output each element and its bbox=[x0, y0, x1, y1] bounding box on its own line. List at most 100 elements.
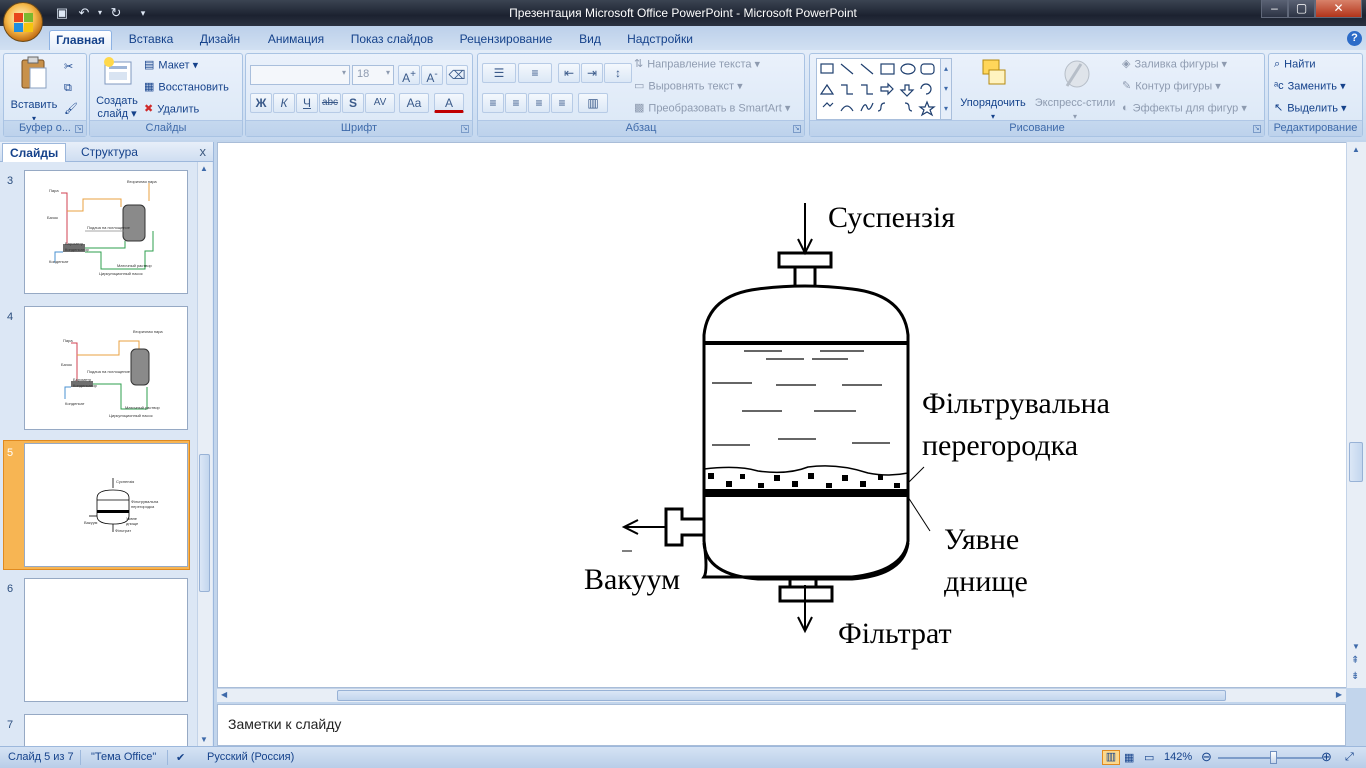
arrange-button[interactable]: Упорядочить ▾ bbox=[956, 56, 1030, 123]
underline-button[interactable]: Ч bbox=[296, 93, 318, 113]
copy-icon[interactable]: ⧉ bbox=[64, 79, 72, 98]
shrink-font-icon[interactable]: A- bbox=[421, 65, 443, 85]
bold-button[interactable]: Ж bbox=[250, 93, 272, 113]
grow-font-icon[interactable]: A+ bbox=[398, 65, 420, 85]
slide-vertical-scrollbar[interactable]: ▲ ▼ ⇞ ⇟ bbox=[1346, 142, 1366, 688]
tab-animation[interactable]: Анимация bbox=[258, 30, 334, 50]
align-text-button[interactable]: ▭ Выровнять текст ▾ bbox=[634, 77, 743, 96]
theme-name[interactable]: "Тема Office" bbox=[91, 751, 156, 763]
group-editing: ⌕ Найти ᵃc Заменить ▾ ↖ Выделить ▾ Редактир… bbox=[1268, 53, 1363, 137]
language-indicator[interactable]: Русский (Россия) bbox=[207, 751, 294, 763]
char-spacing-button[interactable]: AV bbox=[365, 93, 395, 113]
replace-icon: ᵃc bbox=[1274, 80, 1284, 92]
panel-scroll-thumb[interactable] bbox=[199, 454, 210, 592]
increase-indent-icon[interactable]: ⇥ bbox=[581, 63, 603, 83]
hscroll-left-icon[interactable]: ◀ bbox=[221, 690, 227, 699]
maximize-button[interactable]: ▢ bbox=[1288, 0, 1315, 18]
layout-button[interactable]: ▤ Макет ▾ bbox=[144, 56, 198, 75]
quick-styles-button[interactable]: Экспресс-стили ▾ bbox=[1032, 56, 1118, 123]
close-button[interactable]: ✕ bbox=[1315, 0, 1362, 18]
slideshow-view-icon[interactable]: ▭ bbox=[1144, 751, 1154, 764]
next-slide-icon[interactable]: ⇟ bbox=[1351, 672, 1359, 682]
decrease-indent-icon[interactable]: ⇤ bbox=[558, 63, 580, 83]
shape-fill-button[interactable]: ◈ Заливка фигуры ▾ bbox=[1122, 55, 1227, 74]
align-left-icon[interactable]: ≡ bbox=[482, 93, 504, 113]
italic-button[interactable]: К bbox=[273, 93, 295, 113]
slide-thumbnail-4[interactable]: Пара Вторичная пара Бачок Барометр Подач… bbox=[24, 306, 188, 430]
zoom-level[interactable]: 142% bbox=[1164, 751, 1192, 763]
delete-slide-button[interactable]: ✖ Удалить bbox=[144, 100, 199, 119]
font-color-button[interactable]: A bbox=[434, 93, 464, 113]
tab-slides[interactable]: Слайды bbox=[2, 143, 67, 162]
previous-slide-icon[interactable]: ⇞ bbox=[1351, 656, 1359, 666]
close-panel-icon[interactable]: x bbox=[200, 144, 207, 159]
slide-canvas[interactable]: Суспензія Фільтрувальна перегородка Уявн… bbox=[217, 142, 1366, 688]
columns-icon[interactable]: ▥ bbox=[578, 93, 608, 113]
help-icon[interactable]: ? bbox=[1347, 31, 1362, 46]
tab-design[interactable]: Дизайн bbox=[190, 30, 250, 50]
numbering-icon[interactable]: ≡ bbox=[518, 63, 552, 83]
scroll-up-icon[interactable]: ▲ bbox=[200, 164, 208, 173]
convert-smartart-button[interactable]: ▩ Преобразовать в SmartArt ▾ bbox=[634, 99, 790, 118]
fit-to-window-icon[interactable]: ⤢ bbox=[1345, 751, 1354, 764]
cut-icon[interactable]: ✂ bbox=[64, 58, 73, 77]
font-size-combo[interactable]: 18 ▾ bbox=[352, 65, 394, 85]
bullets-icon[interactable]: ☰ bbox=[482, 63, 516, 83]
tab-outline[interactable]: Структура bbox=[74, 143, 145, 162]
normal-view-icon[interactable]: ▥ bbox=[1102, 750, 1120, 765]
align-center-icon[interactable]: ≡ bbox=[505, 93, 527, 113]
zoom-out-icon[interactable]: ⊖ bbox=[1201, 749, 1212, 765]
paste-button[interactable]: Вставить ▾ bbox=[7, 56, 61, 125]
spellcheck-icon[interactable]: ✔ bbox=[176, 751, 185, 764]
justify-icon[interactable]: ≡ bbox=[551, 93, 573, 113]
slide-sorter-view-icon[interactable]: ▦ bbox=[1124, 751, 1134, 764]
font-launcher-icon[interactable]: ↘ bbox=[461, 125, 469, 133]
format-painter-icon[interactable]: 🖌 bbox=[64, 100, 78, 119]
tab-slideshow[interactable]: Показ слайдов bbox=[342, 30, 442, 50]
shadow-button[interactable]: S bbox=[342, 93, 364, 113]
find-button[interactable]: ⌕ Найти bbox=[1274, 55, 1316, 74]
tab-addins[interactable]: Надстройки bbox=[618, 30, 702, 50]
shape-outline-button[interactable]: ✎ Контур фигуры ▾ bbox=[1122, 77, 1221, 96]
tab-review[interactable]: Рецензирование bbox=[450, 30, 562, 50]
strikethrough-button[interactable]: abc bbox=[319, 93, 341, 113]
clear-format-icon[interactable]: ⌫ bbox=[446, 65, 468, 85]
select-button[interactable]: ↖ Выделить ▾ bbox=[1274, 99, 1347, 118]
notes-pane[interactable]: Заметки к слайду bbox=[217, 704, 1346, 746]
hscroll-thumb[interactable] bbox=[337, 690, 1226, 701]
group-clipboard: Вставить ▾ ✂ ⧉ 🖌 Буфер о... ↘ bbox=[3, 53, 87, 137]
vscroll-thumb[interactable] bbox=[1349, 442, 1363, 482]
line-spacing-icon[interactable]: ↕ bbox=[604, 63, 632, 83]
vscroll-up-icon[interactable]: ▲ bbox=[1352, 145, 1360, 154]
align-right-icon[interactable]: ≡ bbox=[528, 93, 550, 113]
vscroll-down-icon[interactable]: ▼ bbox=[1352, 642, 1360, 651]
shapes-gallery[interactable] bbox=[816, 58, 942, 120]
tab-insert[interactable]: Вставка bbox=[120, 30, 182, 50]
minimize-button[interactable]: – bbox=[1261, 0, 1288, 18]
tab-view[interactable]: Вид bbox=[570, 30, 610, 50]
clipboard-launcher-icon[interactable]: ↘ bbox=[75, 125, 83, 133]
shape-effects-button[interactable]: ◐ Эффекты для фигур ▾ bbox=[1122, 99, 1247, 118]
text-direction-button[interactable]: ⇅ Направление текста ▾ bbox=[634, 55, 760, 74]
editing-group-label: Редактирование bbox=[1269, 120, 1362, 136]
replace-button[interactable]: ᵃc Заменить ▾ bbox=[1274, 77, 1346, 96]
slide-thumbnail-7[interactable] bbox=[24, 714, 188, 746]
new-slide-button[interactable]: Создать слайд ▾ bbox=[92, 56, 142, 121]
slide-thumbnail-3[interactable]: Пара Вторичная пара Бачок Барометр Подач… bbox=[24, 170, 188, 294]
scroll-down-icon[interactable]: ▼ bbox=[200, 735, 208, 744]
panel-scrollbar[interactable]: ▲ ▼ bbox=[197, 162, 212, 746]
office-button[interactable] bbox=[3, 2, 43, 42]
zoom-slider-thumb[interactable] bbox=[1270, 751, 1277, 764]
slide-thumbnail-6[interactable] bbox=[24, 578, 188, 702]
change-case-button[interactable]: Aa bbox=[399, 93, 429, 113]
slide-horizontal-scrollbar[interactable]: ◀ ▶ bbox=[217, 688, 1346, 702]
paragraph-launcher-icon[interactable]: ↘ bbox=[793, 125, 801, 133]
drawing-launcher-icon[interactable]: ↘ bbox=[1253, 125, 1261, 133]
tab-home[interactable]: Главная bbox=[49, 30, 112, 50]
zoom-in-icon[interactable]: ⊕ bbox=[1321, 749, 1332, 765]
reset-button[interactable]: ▦ Восстановить bbox=[144, 78, 229, 97]
slide-thumbnail-5[interactable]: Суспензія Фільтрувальна перегородка Ваку… bbox=[24, 443, 188, 567]
gallery-scroll[interactable]: ▴ ▾ ▾ bbox=[940, 58, 952, 120]
hscroll-right-icon[interactable]: ▶ bbox=[1336, 690, 1342, 699]
font-family-combo[interactable]: ▾ bbox=[250, 65, 350, 85]
